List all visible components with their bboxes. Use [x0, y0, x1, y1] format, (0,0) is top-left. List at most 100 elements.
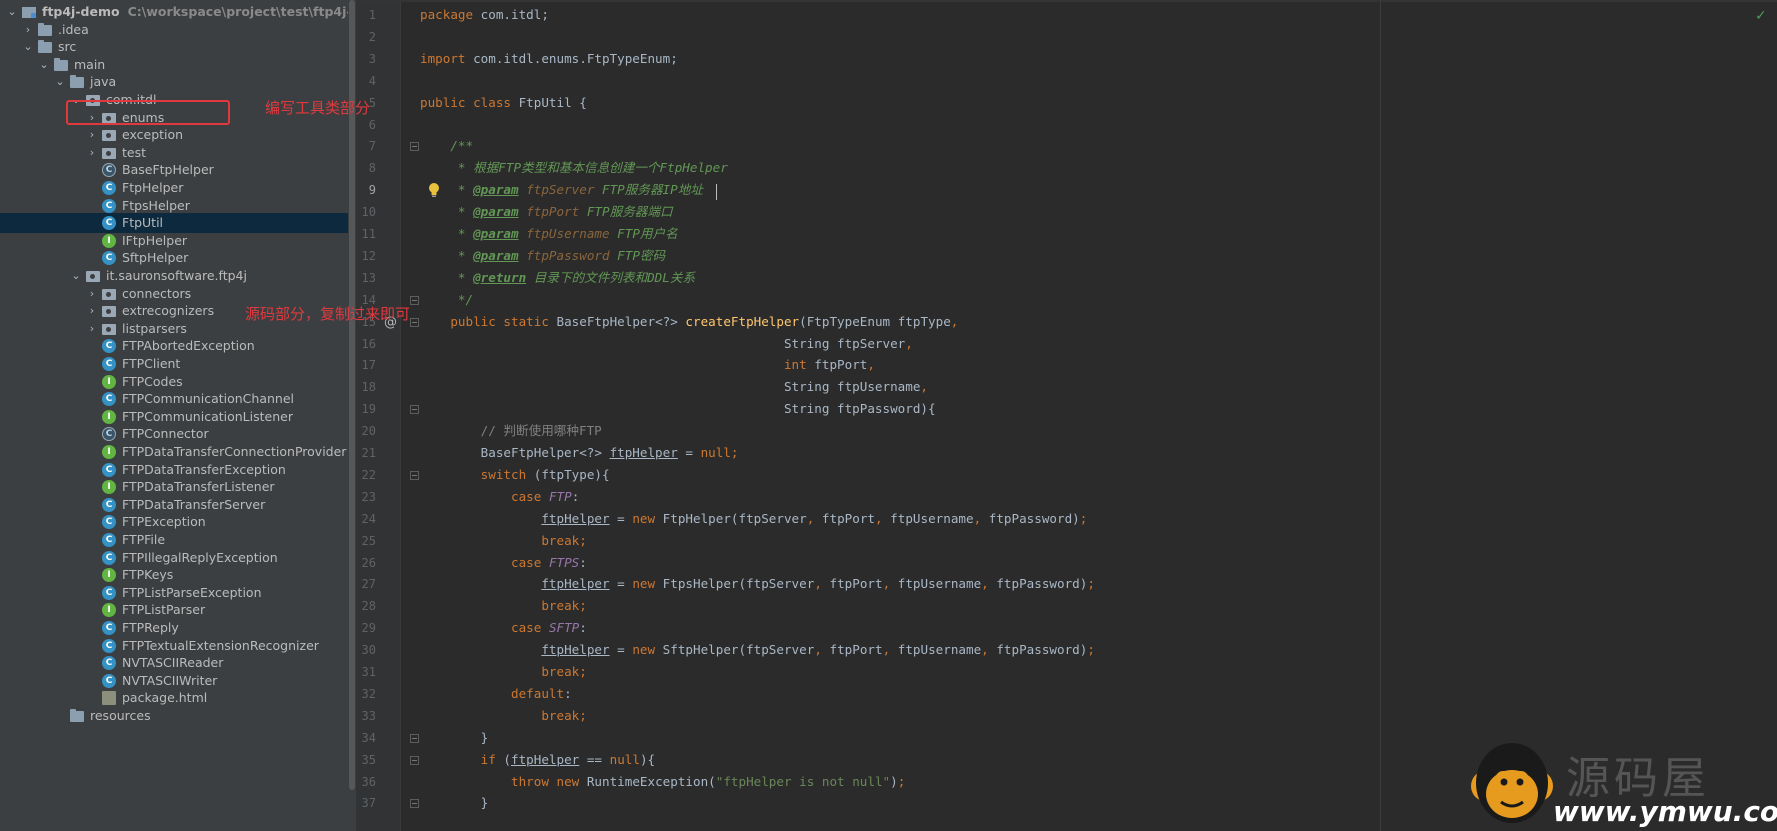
project-tree-label: resources	[90, 708, 151, 723]
code-line[interactable]: case FTPS:	[420, 552, 587, 574]
folder-icon	[54, 57, 68, 71]
line-number: 25	[361, 533, 376, 548]
text-caret	[716, 184, 717, 200]
class-icon: C	[102, 550, 116, 565]
line-number: 24	[361, 511, 376, 526]
code-line[interactable]: * 根据FTP类型和基本信息创建一个FtpHelper	[420, 157, 728, 179]
code-line[interactable]: default:	[420, 683, 572, 705]
fold-marker-icon[interactable]	[410, 755, 419, 765]
folder-icon	[38, 40, 52, 54]
code-line[interactable]: case FTP:	[420, 486, 579, 508]
class-icon: C	[102, 497, 116, 512]
code-line[interactable]: ftpHelper = new SftpHelper(ftpServer, ft…	[420, 639, 1095, 661]
line-number: 27	[361, 577, 376, 592]
project-path-hint: C:\workspace\project\test\ftp4j-demo	[127, 4, 348, 19]
class-icon: C	[102, 638, 116, 653]
fold-marker-icon[interactable]	[410, 317, 419, 327]
annotation-box-com-itdl	[66, 100, 230, 125]
package-icon	[86, 271, 100, 282]
code-line[interactable]: case SFTP:	[420, 617, 587, 639]
folder-icon	[70, 709, 84, 722]
editor-right-margin-guide	[1380, 0, 1381, 831]
interface-icon: I	[102, 374, 116, 389]
class-icon: C	[102, 216, 116, 231]
interface-icon: I	[102, 603, 116, 618]
class-icon: C	[102, 357, 116, 371]
interface-icon: I	[102, 409, 116, 424]
code-line[interactable]: break;	[420, 661, 587, 683]
code-line[interactable]: if (ftpHelper == null){	[420, 749, 655, 771]
line-number: 6	[368, 117, 376, 132]
code-line[interactable]: /**	[420, 135, 473, 157]
code-line[interactable]: String ftpPassword){	[420, 398, 936, 420]
code-line[interactable]: */	[420, 289, 473, 311]
folder-icon	[70, 75, 84, 89]
interface-icon: I	[102, 233, 116, 248]
code-line[interactable]: break;	[420, 705, 587, 727]
class-icon: C	[102, 181, 116, 195]
code-line[interactable]: break;	[420, 530, 587, 552]
code-line[interactable]: break;	[420, 595, 587, 617]
code-line[interactable]: BaseFtpHelper<?> ftpHelper = null;	[420, 442, 739, 464]
annotation-source-part: 源码部分，复制过来即可	[245, 305, 411, 323]
code-line[interactable]: public class FtpUtil {	[420, 92, 587, 114]
class-icon: C	[102, 462, 116, 477]
line-number: 2	[368, 29, 376, 44]
package-icon	[102, 323, 116, 335]
code-line[interactable]: * @return 目录下的文件列表和DDL关系	[420, 267, 695, 289]
code-line[interactable]: * @param ftpPassword FTP密码	[420, 245, 665, 267]
editor-top-edge	[356, 0, 1777, 2]
line-number: 30	[361, 643, 376, 658]
line-number: 8	[368, 161, 376, 176]
fold-marker-icon[interactable]	[410, 799, 419, 809]
class-icon: C	[102, 198, 116, 213]
code-line[interactable]: package com.itdl;	[420, 4, 549, 26]
code-line[interactable]: * @param ftpUsername FTP用户名	[420, 223, 678, 245]
class-icon: C	[102, 585, 116, 600]
code-line[interactable]: switch (ftpType){	[420, 464, 610, 486]
fold-marker-icon[interactable]	[410, 733, 419, 743]
line-number: 21	[361, 446, 376, 460]
class-icon: C	[102, 673, 116, 688]
line-number: 22	[361, 467, 376, 482]
code-line[interactable]: String ftpServer,	[420, 333, 913, 355]
fold-marker-icon[interactable]	[410, 295, 419, 305]
gutter-divider	[400, 0, 401, 831]
line-number: 35	[361, 752, 376, 767]
code-line[interactable]: ftpHelper = new FtpsHelper(ftpServer, ft…	[420, 573, 1095, 595]
code-line[interactable]: throw new RuntimeException("ftpHelper is…	[420, 771, 905, 793]
interface-icon: I	[102, 480, 116, 495]
line-number: 12	[361, 248, 376, 263]
line-number: 7	[368, 139, 376, 154]
package-icon	[102, 147, 116, 159]
code-line[interactable]: public static BaseFtpHelper<?> createFtp…	[420, 311, 958, 333]
code-line[interactable]: // 判断使用哪种FTP	[420, 420, 602, 442]
code-line[interactable]: import com.itdl.enums.FtpTypeEnum;	[420, 48, 678, 70]
line-number: 20	[361, 424, 376, 439]
code-line[interactable]: int ftpPort,	[420, 354, 875, 376]
project-scrollbar-thumb[interactable]	[349, 0, 355, 790]
interface-icon: I	[102, 445, 116, 459]
code-line[interactable]: }	[420, 792, 489, 814]
fold-marker-icon[interactable]	[410, 470, 419, 480]
line-number: 15	[361, 314, 376, 329]
line-number: 17	[361, 358, 376, 373]
code-line[interactable]: String ftpUsername,	[420, 376, 928, 398]
line-number: 4	[368, 73, 376, 88]
folder-icon	[38, 22, 52, 36]
fold-marker-icon[interactable]	[410, 142, 419, 152]
line-number: 33	[361, 708, 376, 723]
code-line[interactable]: * @param ftpServer FTP服务器IP地址	[420, 179, 703, 201]
code-line[interactable]: * @param ftpPort FTP服务器端口	[420, 201, 673, 223]
code-line[interactable]: }	[420, 727, 489, 749]
fold-marker-icon[interactable]	[410, 405, 419, 415]
project-tree-item[interactable]: resources	[0, 706, 348, 726]
module-icon	[22, 7, 36, 18]
line-number: 32	[361, 686, 376, 701]
line-number: 13	[361, 270, 376, 285]
line-number: 36	[361, 774, 376, 789]
inspection-ok-icon[interactable]: ✓	[1755, 8, 1767, 24]
line-number: 16	[361, 336, 376, 351]
code-line[interactable]: ftpHelper = new FtpHelper(ftpServer, ftp…	[420, 508, 1087, 530]
class-icon: C	[102, 515, 116, 530]
